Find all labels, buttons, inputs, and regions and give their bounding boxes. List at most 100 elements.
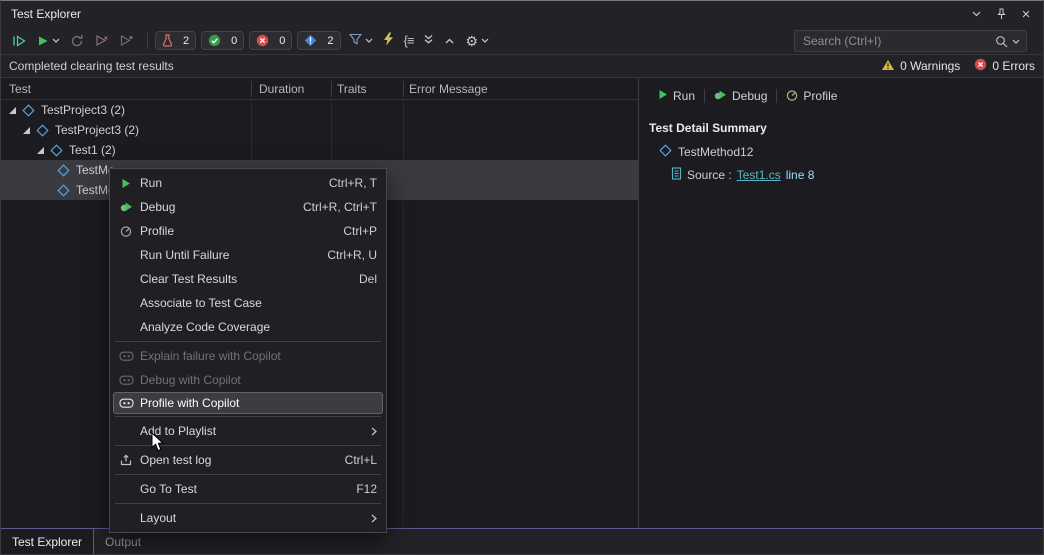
status-message: Completed clearing test results	[9, 59, 174, 73]
test-name: TestMethod12	[678, 145, 754, 159]
run-dropdown-chevron-icon[interactable]	[52, 38, 60, 43]
repeat-last-run-button[interactable]	[67, 30, 87, 52]
column-header-error-message[interactable]: Error Message	[409, 78, 488, 100]
badge-total-tests[interactable]: 2	[155, 31, 197, 50]
profile-icon	[116, 225, 136, 237]
tab-test-explorer[interactable]: Test Explorer	[1, 529, 95, 554]
menu-item-run[interactable]: Run Ctrl+R, T	[110, 171, 386, 195]
source-label: Source :	[687, 168, 732, 182]
tree-row[interactable]: TestProject3 (2)	[1, 100, 638, 120]
settings-button[interactable]: ⚙	[462, 30, 492, 52]
total-tests-count: 2	[183, 34, 190, 47]
errors-group[interactable]: 0 Errors	[974, 58, 1035, 74]
passed-tests-count: 0	[231, 34, 238, 47]
column-divider[interactable]	[251, 81, 252, 97]
test-diamond-icon	[57, 183, 70, 197]
test-detail-summary-title: Test Detail Summary	[649, 121, 767, 135]
test-detail-pane: Run Debug Profile Test Detail Summary Te…	[639, 78, 1043, 528]
menu-separator	[115, 341, 381, 342]
run-all-tests-in-view-button[interactable]	[9, 30, 30, 52]
group-by-button[interactable]: {≡	[401, 30, 417, 52]
pin-icon[interactable]	[990, 4, 1012, 24]
run-button[interactable]	[34, 30, 63, 52]
tree-item-label: TestProject3 (2)	[41, 103, 126, 117]
document-icon	[671, 167, 682, 183]
menu-item-go-to-test[interactable]: Go To Test F12	[110, 477, 386, 501]
column-header-duration[interactable]: Duration	[259, 78, 304, 100]
menu-item-debug-with-copilot[interactable]: Debug with Copilot	[110, 368, 386, 392]
expander-icon[interactable]	[37, 146, 44, 154]
search-chevron-icon[interactable]	[1012, 39, 1020, 44]
menu-item-associate-to-test-case[interactable]: Associate to Test Case	[110, 291, 386, 315]
submenu-chevron-icon	[371, 427, 377, 436]
context-menu: Run Ctrl+R, T Debug Ctrl+R, Ctrl+T Profi…	[109, 168, 387, 533]
menu-item-debug[interactable]: Debug Ctrl+R, Ctrl+T	[110, 195, 386, 219]
window-menu-chevron-icon[interactable]	[965, 4, 987, 24]
column-divider[interactable]	[403, 81, 404, 97]
menu-item-run-until-failure[interactable]: Run Until Failure Ctrl+R, U	[110, 243, 386, 267]
run-not-run-tests-button[interactable]	[116, 30, 136, 52]
failed-tests-count: 0	[279, 34, 286, 47]
settings-chevron-icon[interactable]	[481, 38, 489, 43]
search-input[interactable]	[801, 33, 991, 49]
error-icon	[974, 58, 987, 74]
tree-row[interactable]: Test1 (2)	[1, 140, 638, 160]
tab-label: Test Explorer	[12, 534, 83, 549]
close-icon[interactable]: ×	[1015, 4, 1037, 24]
badge-not-run-tests[interactable]: 2	[297, 31, 341, 50]
test-explorer-window: Test Explorer × 2 0 0 2 {≡ ⚙ Search (Ctr…	[0, 0, 1044, 555]
test-diamond-icon	[22, 103, 35, 117]
menu-item-analyze-code-coverage[interactable]: Analyze Code Coverage	[110, 315, 386, 339]
tree-item-label: Test1 (2)	[69, 143, 116, 157]
warnings-group[interactable]: 0 Warnings	[881, 59, 960, 74]
column-headers: Test Duration Traits Error Message	[1, 78, 638, 100]
playlist-chevron-icon[interactable]	[365, 38, 373, 43]
detail-run-button[interactable]: Run	[649, 85, 704, 107]
gear-icon: ⚙	[465, 32, 478, 49]
debug-icon	[714, 89, 727, 104]
tree-row[interactable]: TestProject3 (2)	[1, 120, 638, 140]
menu-item-explain-failure-with-copilot[interactable]: Explain failure with Copilot	[110, 344, 386, 368]
funnel-icon	[348, 33, 362, 48]
search-icon[interactable]	[995, 35, 1008, 48]
detail-debug-button[interactable]: Debug	[705, 85, 776, 107]
menu-item-add-to-playlist[interactable]: Add to Playlist	[110, 419, 386, 443]
column-header-test[interactable]: Test	[9, 78, 31, 100]
column-header-traits[interactable]: Traits	[337, 78, 367, 100]
run-icon	[116, 178, 136, 189]
column-divider[interactable]	[331, 81, 332, 97]
failed-icon	[256, 34, 269, 47]
detail-profile-button[interactable]: Profile	[777, 85, 846, 107]
expand-all-button[interactable]	[420, 30, 437, 52]
menu-separator	[115, 416, 381, 417]
copilot-icon	[116, 397, 136, 409]
tree-item-label: TestProject3 (2)	[55, 123, 140, 137]
menu-item-open-test-log[interactable]: Open test log Ctrl+L	[110, 448, 386, 472]
badge-passed-tests[interactable]: 0	[201, 31, 245, 50]
menu-separator	[115, 474, 381, 475]
run-failed-tests-button[interactable]	[91, 30, 112, 52]
source-file-link[interactable]: Test1.cs	[737, 168, 781, 182]
detail-source-row: Source : Test1.cs line 8	[671, 167, 1043, 183]
group-by-icon: {≡	[403, 33, 415, 48]
playlist-filter-button[interactable]	[346, 30, 376, 52]
expander-icon[interactable]	[9, 106, 16, 114]
toolbar: 2 0 0 2 {≡ ⚙ Search (Ctrl+I)	[1, 27, 1043, 55]
profile-icon	[786, 89, 798, 104]
badge-failed-tests[interactable]: 0	[249, 31, 293, 50]
tab-label: Output	[105, 534, 142, 549]
flask-icon	[162, 34, 173, 47]
detail-test-row[interactable]: TestMethod12	[659, 144, 1043, 160]
toolbar-separator	[147, 32, 148, 49]
menu-item-layout[interactable]: Layout	[110, 506, 386, 530]
collapse-all-button[interactable]	[441, 30, 458, 52]
warning-icon	[881, 59, 895, 74]
expander-icon[interactable]	[23, 126, 30, 134]
window-title: Test Explorer	[11, 7, 82, 21]
run-icon	[658, 89, 668, 103]
run-after-build-button[interactable]	[380, 30, 397, 52]
menu-item-profile[interactable]: Profile Ctrl+P	[110, 219, 386, 243]
menu-item-clear-test-results[interactable]: Clear Test Results Del	[110, 267, 386, 291]
menu-separator	[115, 445, 381, 446]
menu-item-profile-with-copilot[interactable]: Profile with Copilot	[113, 392, 383, 414]
